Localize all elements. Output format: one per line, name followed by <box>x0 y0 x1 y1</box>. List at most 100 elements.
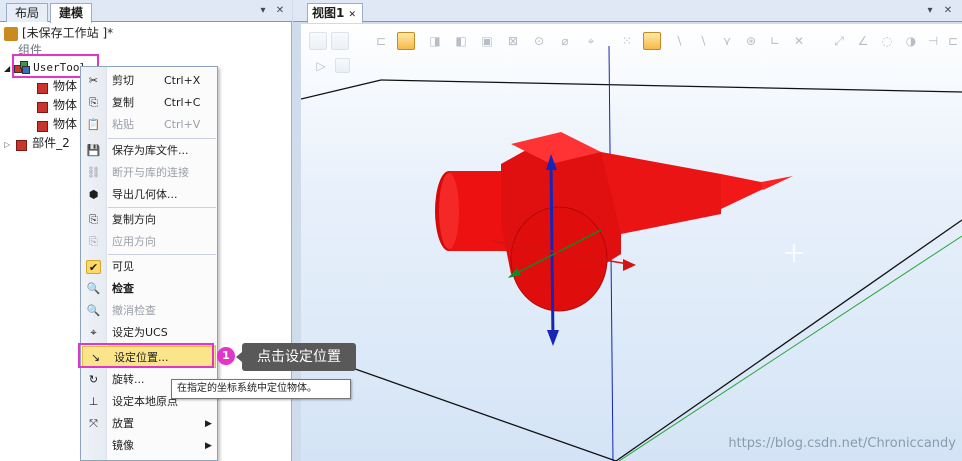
view-pin-icon[interactable]: ▾ <box>923 4 937 18</box>
snap-edge-icon[interactable]: ∖ <box>667 31 691 51</box>
view-center-icon[interactable] <box>331 32 349 50</box>
frame-x-arrowhead <box>623 259 636 271</box>
component-group-icon <box>14 61 31 74</box>
user-tool-model[interactable] <box>435 132 793 312</box>
menu-item-copy[interactable]: ⎘ 复制 Ctrl+C <box>81 92 217 114</box>
submenu-arrow-icon: ▶ <box>205 441 212 451</box>
menu-label: 旋转... <box>112 373 145 386</box>
collapse-arrow-icon[interactable]: ◢ <box>4 64 10 73</box>
station-label: [未保存工作站 ]* <box>22 26 114 40</box>
select-frame-icon[interactable]: ⌖ <box>579 31 603 51</box>
snap-center-icon[interactable] <box>643 32 661 50</box>
menu-shortcut: Ctrl+X <box>164 74 201 87</box>
tree-usertool-node[interactable]: ◢ UserTool <box>4 58 86 76</box>
ucs-icon: ⌖ <box>90 326 97 339</box>
select-group-icon[interactable]: ▣ <box>475 31 499 51</box>
tree-body-node[interactable]: 物体 <box>36 77 77 95</box>
world-y-axis-line <box>618 235 962 461</box>
3d-viewport[interactable]: ⊏ ◨ ◧ ▣ ⊠ ⊙ ⌀ ⌖ ⁙ ∖ ∖ ⋎ ⊛ ∟ ✕ ⤢ ∠ ◌ ◑ ⊣ … <box>301 24 962 461</box>
select-part-icon[interactable] <box>397 32 415 50</box>
scene-canvas <box>301 45 962 461</box>
menu-separator <box>108 138 216 139</box>
menu-item-paste: 📋 粘贴 Ctrl+V <box>81 114 217 136</box>
body-label: 物体 <box>53 79 78 93</box>
menu-item-set-position[interactable]: ↘ 设定位置... <box>82 346 216 368</box>
usertool-label: UserTool <box>33 61 87 74</box>
part-cube-icon <box>15 137 31 151</box>
menu-item-inspect[interactable]: 🔍 检查 <box>81 278 217 300</box>
menu-item-place[interactable]: ⤧ 放置 ▶ <box>81 413 217 435</box>
measure-distance-icon[interactable]: ⤢ <box>827 31 851 51</box>
menu-item-visible[interactable]: ✔ 可见 <box>81 256 217 278</box>
tree-station-node[interactable]: [未保存工作站 ]* <box>4 24 113 42</box>
menu-label: 应用方向 <box>112 235 156 248</box>
body-cube-icon <box>36 80 51 94</box>
snap-local-icon[interactable]: ∟ <box>763 31 787 51</box>
select-curve-icon[interactable]: ⊏ <box>369 31 393 51</box>
menu-item-undo-inspect: 🔍 撤消检查 <box>81 300 217 322</box>
set-position-icon: ↘ <box>90 351 101 364</box>
menu-separator <box>108 254 216 255</box>
apply-orientation-icon: ⎘ <box>89 235 98 248</box>
undo-inspect-icon: 🔍 <box>86 304 101 317</box>
floor-edge <box>615 219 962 461</box>
menu-label: 设定为UCS <box>112 326 168 339</box>
menu-item-cut[interactable]: ✂ 剪切 Ctrl+X <box>81 70 217 92</box>
station-icon <box>4 26 18 41</box>
panel-close-icon[interactable]: ✕ <box>273 4 287 18</box>
copy-icon: ⎘ <box>89 96 98 109</box>
measure-angle-icon[interactable]: ∠ <box>851 31 875 51</box>
panel-pin-icon[interactable]: ▾ <box>256 4 270 18</box>
tab-layout[interactable]: 布局 <box>6 3 48 22</box>
snap-grid-icon[interactable]: ⊛ <box>739 31 763 51</box>
tree-body-node[interactable]: 物体 <box>36 115 77 133</box>
select-body-icon[interactable]: ◨ <box>423 31 447 51</box>
watermark-text: https://blog.csdn.net/Chroniccandy <box>728 436 956 451</box>
menu-item-mirror[interactable]: 镜像 ▶ <box>81 435 217 457</box>
tooltip: 在指定的坐标系统中定位物体。 <box>171 379 351 399</box>
menu-label: 可见 <box>112 260 134 273</box>
menu-label: 镜像 <box>112 439 134 452</box>
tab-modeling[interactable]: 建模 <box>50 3 92 23</box>
menu-label: 设定位置... <box>114 351 169 364</box>
stop-icon[interactable] <box>335 58 350 73</box>
step-number-badge: 1 <box>217 347 235 365</box>
menu-label: 放置 <box>112 417 134 430</box>
select-target-icon[interactable]: ⊙ <box>527 31 551 51</box>
step-callout: 点击设定位置 <box>236 343 356 371</box>
mirror-icon <box>86 439 101 453</box>
crosshair-icon <box>785 244 803 262</box>
menu-item-copy-orientation[interactable]: ⎘ 复制方向 <box>81 209 217 231</box>
snap-pose-icon[interactable]: ✕ <box>787 31 811 51</box>
part-label: 部件_2 <box>32 136 70 150</box>
select-mechanism-icon[interactable]: ⊠ <box>501 31 525 51</box>
tree-body-node[interactable]: 物体 <box>36 96 77 114</box>
play-icon[interactable]: ▷ <box>309 56 333 76</box>
menu-label: 检查 <box>112 282 134 295</box>
select-surface-icon[interactable]: ◧ <box>449 31 473 51</box>
menu-label: 设定本地原点 <box>112 395 178 408</box>
paste-icon: 📋 <box>86 118 101 131</box>
tree-part-node[interactable]: ▷ 部件_2 <box>4 134 70 152</box>
view-all-icon[interactable] <box>309 32 327 50</box>
measure-min-distance-icon[interactable]: ◑ <box>899 31 923 51</box>
expand-arrow-icon[interactable]: ▷ <box>4 140 10 149</box>
snap-end-icon[interactable]: ⋎ <box>715 31 739 51</box>
view-toolbar: ⊏ ◨ ◧ ▣ ⊠ ⊙ ⌀ ⌖ ⁙ ∖ ∖ ⋎ ⊛ ∟ ✕ ⤢ ∠ ◌ ◑ ⊣ … <box>301 24 962 82</box>
select-path-icon[interactable]: ⌀ <box>553 31 577 51</box>
menu-item-set-ucs[interactable]: ⌖ 设定为UCS <box>81 322 217 344</box>
save-library-icon: 💾 <box>86 144 101 157</box>
inspect-icon: 🔍 <box>86 282 101 295</box>
menu-item-export-geometry[interactable]: ⬢ 导出几何体... <box>81 184 217 206</box>
view-tab-close-icon[interactable]: ✕ <box>349 10 357 20</box>
snap-midpoint-icon[interactable]: ∖ <box>691 31 715 51</box>
local-origin-icon: ⊥ <box>88 395 99 408</box>
menu-item-save-library[interactable]: 💾 保存为库文件... <box>81 140 217 162</box>
snap-object-icon[interactable]: ⁙ <box>615 31 639 51</box>
view-close-icon[interactable]: ✕ <box>941 4 955 18</box>
measure-edit-icon[interactable]: ⊏ <box>941 31 962 51</box>
tab-view1[interactable]: 视图1 ✕ <box>307 3 363 23</box>
submenu-arrow-icon: ▶ <box>205 419 212 429</box>
measure-diameter-icon[interactable]: ◌ <box>875 31 899 51</box>
menu-shortcut: Ctrl+V <box>164 118 201 131</box>
